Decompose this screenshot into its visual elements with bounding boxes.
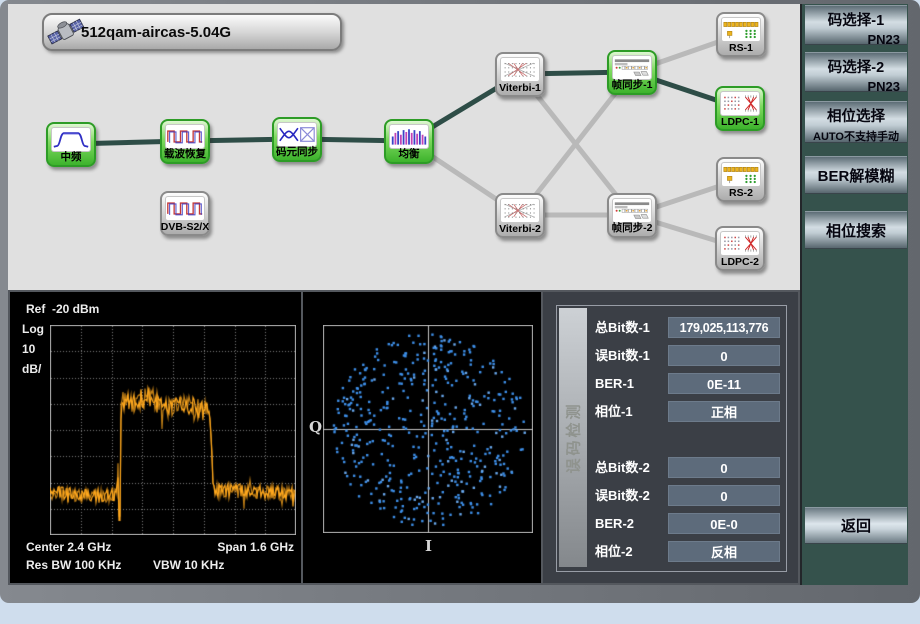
scale-log-label: Log <box>22 322 44 336</box>
rbw-label: Res BW 100 KHz <box>26 558 121 572</box>
sidebar-button-value: PN23 <box>805 79 907 94</box>
ber-row-value-7: 反相 <box>668 541 780 562</box>
sidebar-button-code-select-2[interactable]: 码选择-2 PN23 <box>805 52 907 92</box>
ber-row-value-0: 179,025,113,776 <box>668 317 780 338</box>
flow-block-label: 码元同步 <box>268 144 326 159</box>
flow-block-label: 帧同步-2 <box>603 220 661 235</box>
ldpc-icon <box>720 231 760 256</box>
spectrum-panel: Ref -20 dBm Log 10 dB/ Center 2.4 GHz Sp… <box>10 292 301 583</box>
ldpc-icon <box>720 91 760 116</box>
flow-block-equalizer[interactable]: 均衡 <box>384 119 434 164</box>
ber-panel: 误码检测 总Bit数-1 179,025,113,776 误Bit数-1 0 BER-1… <box>543 292 798 583</box>
ber-row-label-1: 误Bit数-1 <box>595 345 650 366</box>
sidebar-button-value: AUTO不支持手动 <box>805 128 907 144</box>
trellis-icon <box>500 198 540 223</box>
flow-block-rs-1[interactable]: RS-1 <box>716 12 766 57</box>
sidebar-button-label: 码选择-1 <box>805 9 907 30</box>
ber-row-label-5: 误Bit数-2 <box>595 485 650 506</box>
flow-block-carrier-recovery[interactable]: 载波恢复 <box>160 119 210 164</box>
flow-block-label: LDPC-1 <box>711 116 769 128</box>
ber-row-value-1: 0 <box>668 345 780 366</box>
flow-block-if[interactable]: 中频 <box>46 122 96 167</box>
flow-block-ldpc-2[interactable]: LDPC-2 <box>715 226 765 271</box>
bottom-panels: Ref -20 dBm Log 10 dB/ Center 2.4 GHz Sp… <box>8 290 800 585</box>
ber-row-value-4: 0 <box>668 457 780 478</box>
main-window: 512qam-aircas-5.04G 中频载波恢复码元同步均衡DVB-S2/X… <box>0 0 920 603</box>
flow-block-label: 载波恢复 <box>156 146 214 161</box>
flow-block-label: RS-2 <box>712 187 770 199</box>
ber-row-label-7: 相位-2 <box>595 541 633 562</box>
sidebar-button-value: PN23 <box>805 32 907 47</box>
back-button[interactable]: 返回 <box>805 507 907 544</box>
ber-panel-title-strip: 误码检测 <box>559 308 587 567</box>
sidebar-button-label: 相位选择 <box>805 105 907 126</box>
app-root: { "window": { "title_button": { "label":… <box>0 0 920 624</box>
ber-row-value-6: 0E-0 <box>668 513 780 534</box>
rs-icon <box>721 17 761 42</box>
sidebar-button-phase-select[interactable]: 相位选择 AUTO不支持手动 <box>805 101 907 143</box>
ber-row-label-4: 总Bit数-2 <box>595 457 650 478</box>
sidebar-button-phase-search[interactable]: 相位搜索 <box>805 211 907 249</box>
q-axis-label: Q <box>309 418 322 436</box>
flow-block-viterbi-1[interactable]: Viterbi-1 <box>495 52 545 97</box>
flow-block-dvb-s2x[interactable]: DVB-S2/X <box>160 191 210 236</box>
flow-block-label: DVB-S2/X <box>156 221 214 233</box>
flow-block-symbol-sync[interactable]: 码元同步 <box>272 117 322 162</box>
scale-db-label: dB/ <box>22 362 41 376</box>
ber-row-label-0: 总Bit数-1 <box>595 317 650 338</box>
flow-block-label: 均衡 <box>380 146 438 161</box>
ber-row-value-3: 正相 <box>668 401 780 422</box>
ber-row-label-3: 相位-1 <box>595 401 633 422</box>
flow-block-label: 中频 <box>42 149 100 164</box>
ber-results-box: 误码检测 总Bit数-1 179,025,113,776 误Bit数-1 0 BER-1… <box>556 305 787 572</box>
scale-10-label: 10 <box>22 342 35 356</box>
sidebar-button-code-select-1[interactable]: 码选择-1 PN23 <box>805 5 907 45</box>
satellite-icon <box>47 16 85 48</box>
trellis-icon <box>500 57 540 82</box>
constellation-canvas <box>323 325 533 533</box>
flow-block-viterbi-2[interactable]: Viterbi-2 <box>495 193 545 238</box>
spectrum-canvas <box>50 325 296 535</box>
ber-row-value-5: 0 <box>668 485 780 506</box>
ber-row-label-6: BER-2 <box>595 513 634 534</box>
flow-block-label: Viterbi-2 <box>491 223 549 235</box>
flow-block-ldpc-1[interactable]: LDPC-1 <box>715 86 765 131</box>
flow-block-label: 帧同步-1 <box>603 77 661 92</box>
ber-panel-title: 误码检测 <box>563 401 584 473</box>
squarewave-icon <box>165 196 205 221</box>
flow-block-label: Viterbi-1 <box>491 82 549 94</box>
softkey-sidebar: 码选择-1 PN23 码选择-2 PN23 相位选择 AUTO不支持手动 BER解模糊相位搜… <box>800 4 908 585</box>
span-label: Span 1.6 GHz <box>217 540 294 554</box>
sidebar-button-ber-deambiguity[interactable]: BER解模糊 <box>805 156 907 194</box>
constellation-panel: Q I <box>303 292 541 583</box>
i-axis-label: I <box>425 537 432 555</box>
ref-level-label: Ref -20 dBm <box>26 302 99 316</box>
center-freq-label: Center 2.4 GHz <box>26 540 111 554</box>
sidebar-button-label: 码选择-2 <box>805 56 907 77</box>
window-content: 512qam-aircas-5.04G 中频载波恢复码元同步均衡DVB-S2/X… <box>8 4 908 585</box>
rs-icon <box>721 162 761 187</box>
flow-block-label: RS-1 <box>712 42 770 54</box>
flow-block-frame-sync-2[interactable]: 帧同步-2 <box>607 193 657 238</box>
flow-block-rs-2[interactable]: RS-2 <box>716 157 766 202</box>
ber-row-label-2: BER-1 <box>595 373 634 394</box>
ber-row-value-2: 0E-11 <box>668 373 780 394</box>
signal-title-label: 512qam-aircas-5.04G <box>81 24 231 41</box>
flow-block-label: LDPC-2 <box>711 256 769 268</box>
flow-diagram-area: 512qam-aircas-5.04G 中频载波恢复码元同步均衡DVB-S2/X… <box>8 4 800 290</box>
flow-block-frame-sync-1[interactable]: 帧同步-1 <box>607 50 657 95</box>
vbw-label: VBW 10 KHz <box>153 558 224 572</box>
signal-title-button[interactable]: 512qam-aircas-5.04G <box>42 13 342 51</box>
